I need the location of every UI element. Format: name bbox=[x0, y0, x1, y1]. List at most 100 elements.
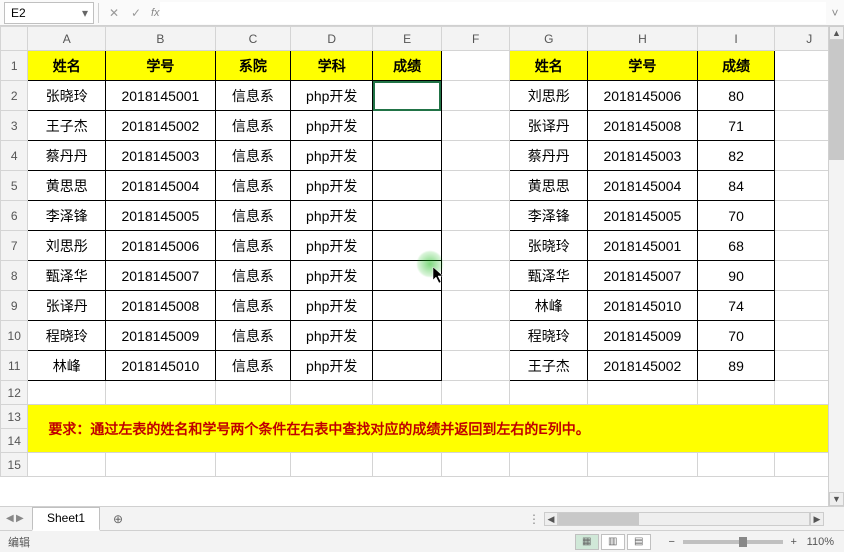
cell-C4[interactable]: 信息系 bbox=[215, 141, 290, 171]
zoom-in-button[interactable]: + bbox=[787, 536, 801, 548]
horizontal-scroll-thumb[interactable] bbox=[559, 513, 639, 525]
confirm-button[interactable]: ✓ bbox=[125, 2, 147, 24]
zoom-value[interactable]: 110% bbox=[807, 536, 834, 548]
cell-A2[interactable]: 张晓玲 bbox=[28, 81, 106, 111]
zoom-out-button[interactable]: − bbox=[665, 536, 679, 548]
cell-F12[interactable] bbox=[441, 381, 510, 405]
row-header-6[interactable]: 6 bbox=[1, 201, 28, 231]
cell-B12[interactable] bbox=[106, 381, 216, 405]
cell-D12[interactable] bbox=[291, 381, 373, 405]
cell-I3[interactable]: 71 bbox=[697, 111, 775, 141]
cell-C2[interactable]: 信息系 bbox=[215, 81, 290, 111]
cell-B4[interactable]: 2018145003 bbox=[106, 141, 216, 171]
cell-B2[interactable]: 2018145001 bbox=[106, 81, 216, 111]
cell-G7[interactable]: 张晓玲 bbox=[510, 231, 588, 261]
cell-D11[interactable]: php开发 bbox=[291, 351, 373, 381]
cell-F15[interactable] bbox=[441, 453, 510, 477]
view-page-break-button[interactable]: ▤ bbox=[627, 534, 651, 550]
cell-E5[interactable] bbox=[373, 171, 442, 201]
row-header-12[interactable]: 12 bbox=[1, 381, 28, 405]
cell-A3[interactable]: 王子杰 bbox=[28, 111, 106, 141]
cell-H11[interactable]: 2018145002 bbox=[588, 351, 698, 381]
cell-A15[interactable] bbox=[28, 453, 106, 477]
cell-I12[interactable] bbox=[697, 381, 775, 405]
scroll-up-icon[interactable]: ▲ bbox=[829, 26, 844, 40]
cell-B8[interactable]: 2018145007 bbox=[106, 261, 216, 291]
formula-bar-expand-icon[interactable]: ˅ bbox=[826, 6, 844, 20]
cell-D10[interactable]: php开发 bbox=[291, 321, 373, 351]
row-header-2[interactable]: 2 bbox=[1, 81, 28, 111]
cell-G4[interactable]: 蔡丹丹 bbox=[510, 141, 588, 171]
tab-nav-last-icon[interactable]: ▶ bbox=[16, 513, 24, 524]
cell-F2[interactable] bbox=[441, 81, 510, 111]
cell-F9[interactable] bbox=[441, 291, 510, 321]
cell-H8[interactable]: 2018145007 bbox=[588, 261, 698, 291]
cell-D2[interactable]: php开发 bbox=[291, 81, 373, 111]
row-header-1[interactable]: 1 bbox=[1, 51, 28, 81]
column-header-F[interactable]: F bbox=[441, 27, 510, 51]
row-header-5[interactable]: 5 bbox=[1, 171, 28, 201]
cell-G5[interactable]: 黄思思 bbox=[510, 171, 588, 201]
cell-C8[interactable]: 信息系 bbox=[215, 261, 290, 291]
row-header-4[interactable]: 4 bbox=[1, 141, 28, 171]
cell-B11[interactable]: 2018145010 bbox=[106, 351, 216, 381]
cell-I9[interactable]: 74 bbox=[697, 291, 775, 321]
cell-B5[interactable]: 2018145004 bbox=[106, 171, 216, 201]
column-header-C[interactable]: C bbox=[215, 27, 290, 51]
spreadsheet-grid[interactable]: ABCDEFGHIJ1姓名学号系院学科成绩姓名学号成绩2张晓玲201814500… bbox=[0, 26, 844, 506]
scroll-right-icon[interactable]: ▶ bbox=[810, 512, 824, 526]
cell-G9[interactable]: 林峰 bbox=[510, 291, 588, 321]
cell-E9[interactable] bbox=[373, 291, 442, 321]
cell-E8[interactable] bbox=[373, 261, 442, 291]
cell-D1[interactable]: 学科 bbox=[291, 51, 373, 81]
cell-E3[interactable] bbox=[373, 111, 442, 141]
column-header-D[interactable]: D bbox=[291, 27, 373, 51]
cell-E4[interactable] bbox=[373, 141, 442, 171]
cell-D9[interactable]: php开发 bbox=[291, 291, 373, 321]
cell-D5[interactable]: php开发 bbox=[291, 171, 373, 201]
cell-C12[interactable] bbox=[215, 381, 290, 405]
row-header-9[interactable]: 9 bbox=[1, 291, 28, 321]
cell-C6[interactable]: 信息系 bbox=[215, 201, 290, 231]
cell-E7[interactable] bbox=[373, 231, 442, 261]
cell-B1[interactable]: 学号 bbox=[106, 51, 216, 81]
row-header-7[interactable]: 7 bbox=[1, 231, 28, 261]
cell-F11[interactable] bbox=[441, 351, 510, 381]
cell-I10[interactable]: 70 bbox=[697, 321, 775, 351]
cell-G6[interactable]: 李泽锋 bbox=[510, 201, 588, 231]
cell-E15[interactable] bbox=[373, 453, 442, 477]
cell-C11[interactable]: 信息系 bbox=[215, 351, 290, 381]
cell-reference-input[interactable] bbox=[5, 6, 77, 20]
cell-F5[interactable] bbox=[441, 171, 510, 201]
cell-D3[interactable]: php开发 bbox=[291, 111, 373, 141]
cell-A6[interactable]: 李泽锋 bbox=[28, 201, 106, 231]
cell-H5[interactable]: 2018145004 bbox=[588, 171, 698, 201]
cell-A11[interactable]: 林峰 bbox=[28, 351, 106, 381]
view-page-layout-button[interactable]: ▥ bbox=[601, 534, 625, 550]
cell-I7[interactable]: 68 bbox=[697, 231, 775, 261]
column-header-B[interactable]: B bbox=[106, 27, 216, 51]
cell-H3[interactable]: 2018145008 bbox=[588, 111, 698, 141]
cell-I15[interactable] bbox=[697, 453, 775, 477]
cell-G1[interactable]: 姓名 bbox=[510, 51, 588, 81]
scroll-left-icon[interactable]: ◀ bbox=[544, 512, 558, 526]
cell-F10[interactable] bbox=[441, 321, 510, 351]
cell-I8[interactable]: 90 bbox=[697, 261, 775, 291]
select-all-corner[interactable] bbox=[1, 27, 28, 51]
cell-D7[interactable]: php开发 bbox=[291, 231, 373, 261]
cell-F6[interactable] bbox=[441, 201, 510, 231]
cell-G12[interactable] bbox=[510, 381, 588, 405]
cell-F4[interactable] bbox=[441, 141, 510, 171]
vertical-scroll-thumb[interactable] bbox=[829, 40, 844, 160]
cell-G2[interactable]: 刘思彤 bbox=[510, 81, 588, 111]
view-normal-button[interactable]: ▦ bbox=[575, 534, 599, 550]
cell-G8[interactable]: 甄泽华 bbox=[510, 261, 588, 291]
cell-H9[interactable]: 2018145010 bbox=[588, 291, 698, 321]
cell-B7[interactable]: 2018145006 bbox=[106, 231, 216, 261]
cell-G10[interactable]: 程晓玲 bbox=[510, 321, 588, 351]
row-header-11[interactable]: 11 bbox=[1, 351, 28, 381]
tab-nav-first-icon[interactable]: ◀ bbox=[6, 513, 14, 524]
cell-B10[interactable]: 2018145009 bbox=[106, 321, 216, 351]
cell-A12[interactable] bbox=[28, 381, 106, 405]
cell-C3[interactable]: 信息系 bbox=[215, 111, 290, 141]
